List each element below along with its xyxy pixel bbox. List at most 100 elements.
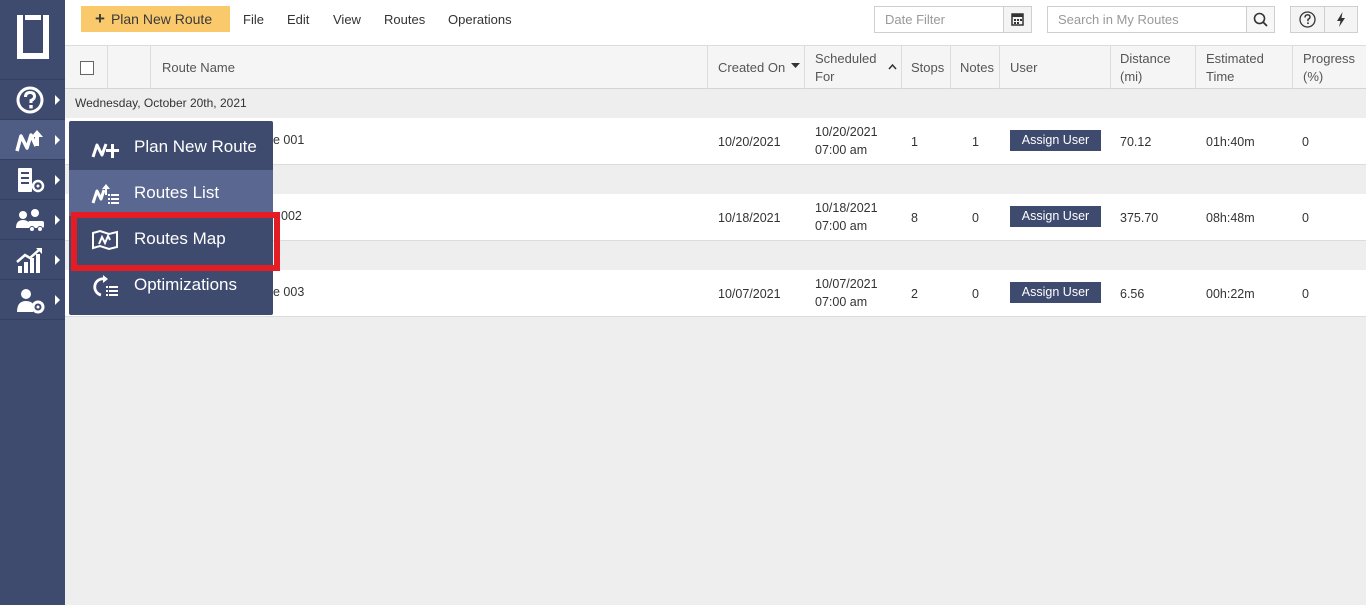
- header-progress[interactable]: Progress (%): [1293, 46, 1366, 89]
- sidebar-item-analytics[interactable]: [0, 240, 65, 280]
- header-scheduled-label-1: Scheduled: [815, 51, 877, 66]
- header-scheduled-label-2: For: [815, 69, 835, 84]
- progress-cell: 0: [1302, 211, 1309, 225]
- assign-user-button[interactable]: Assign User: [1010, 130, 1101, 151]
- distance-cell: 375.70: [1120, 211, 1159, 225]
- logo-icon: [17, 15, 49, 59]
- route-name-cell[interactable]: e 001: [273, 131, 304, 149]
- menu-operations[interactable]: Operations: [448, 12, 512, 27]
- header-route-name[interactable]: Route Name: [151, 46, 708, 89]
- progress-cell: 0: [1302, 287, 1309, 301]
- distance-cell: 70.12: [1120, 135, 1152, 149]
- notes-cell: 1: [972, 135, 979, 149]
- scheduled-time-cell: 07:00 am: [815, 143, 868, 157]
- sort-asc-icon: [888, 63, 897, 70]
- calendar-icon: [1011, 13, 1024, 26]
- plus-icon: +: [95, 9, 105, 28]
- estimated-time-cell: 01h:40m: [1206, 135, 1255, 149]
- app-logo[interactable]: [0, 0, 65, 80]
- group-date-label: Wednesday, October 20th, 2021: [75, 96, 247, 110]
- assign-user-button[interactable]: Assign User: [1010, 282, 1101, 303]
- flyout-item-plan-new-route[interactable]: Plan New Route: [69, 124, 273, 170]
- plan-route-icon: [91, 143, 119, 158]
- header-distance-label-1: Distance: [1120, 51, 1171, 66]
- plan-new-route-label: Plan New Route: [110, 11, 213, 27]
- plan-new-route-button[interactable]: + Plan New Route: [81, 6, 230, 32]
- top-toolbar: + Plan New Route File Edit View Routes Op…: [65, 0, 1366, 46]
- notes-cell: 0: [972, 211, 979, 225]
- sidebar: [0, 0, 65, 605]
- header-user-label: User: [1010, 60, 1038, 75]
- flyout-label: Optimizations: [134, 275, 237, 294]
- scheduled-time-cell: 07:00 am: [815, 295, 868, 309]
- header-notes[interactable]: Notes: [951, 46, 1000, 89]
- header-user[interactable]: User: [1000, 46, 1111, 89]
- menu-file[interactable]: File: [243, 12, 264, 27]
- bolt-icon: [1337, 12, 1345, 27]
- header-est-time-label-1: Estimated: [1206, 51, 1264, 66]
- menu-routes[interactable]: Routes: [384, 12, 425, 27]
- estimated-time-cell: 00h:22m: [1206, 287, 1255, 301]
- created-on-cell: 10/20/2021: [718, 135, 781, 149]
- created-on-cell: 10/07/2021: [718, 287, 781, 301]
- header-select-all: [65, 46, 108, 89]
- sidebar-item-orders[interactable]: [0, 160, 65, 200]
- scheduled-date-cell: 10/20/2021: [815, 125, 878, 139]
- header-estimated-time[interactable]: Estimated Time: [1196, 46, 1293, 89]
- header-distance-label-2: (mi): [1120, 69, 1143, 84]
- search-icon: [1253, 12, 1268, 27]
- caret-right-icon: [55, 295, 60, 305]
- header-route-name-label: Route Name: [162, 60, 235, 75]
- header-stops[interactable]: Stops: [902, 46, 951, 89]
- date-filter-input[interactable]: Date Filter: [874, 6, 1004, 33]
- route-name-cell[interactable]: e 003: [273, 283, 304, 301]
- caret-right-icon: [55, 95, 60, 105]
- sidebar-item-team[interactable]: [0, 200, 65, 240]
- caret-right-icon: [55, 135, 60, 145]
- sidebar-item-help[interactable]: [0, 80, 65, 120]
- header-stops-label: Stops: [911, 60, 945, 75]
- help-button[interactable]: [1290, 6, 1325, 33]
- header-scheduled-for[interactable]: Scheduled For: [805, 46, 902, 89]
- caret-right-icon: [55, 215, 60, 225]
- sidebar-item-routes[interactable]: [0, 120, 65, 160]
- assign-user-button[interactable]: Assign User: [1010, 206, 1101, 227]
- menu-view[interactable]: View: [333, 12, 361, 27]
- help-icon: [16, 86, 44, 114]
- analytics-icon: [16, 248, 42, 273]
- scheduled-time-cell: 07:00 am: [815, 219, 868, 233]
- search-input[interactable]: Search in My Routes: [1047, 6, 1247, 33]
- header-created-on-label: Created On: [718, 60, 786, 75]
- select-all-checkbox[interactable]: [80, 61, 94, 75]
- header-notes-label: Notes: [960, 60, 994, 75]
- header-est-time-label-2: Time: [1206, 69, 1235, 84]
- flyout-label: Plan New Route: [134, 137, 257, 156]
- user-settings-icon: [17, 289, 45, 314]
- calendar-button[interactable]: [1003, 6, 1032, 33]
- sidebar-item-settings[interactable]: [0, 280, 65, 320]
- route-name-cell[interactable]: 002: [281, 207, 302, 225]
- distance-cell: 6.56: [1120, 287, 1145, 301]
- highlight-box: [71, 212, 280, 271]
- header-distance[interactable]: Distance (mi): [1111, 46, 1196, 89]
- flyout-item-routes-list[interactable]: Routes List: [69, 170, 273, 216]
- menu-edit[interactable]: Edit: [287, 12, 309, 27]
- orders-icon: [18, 168, 45, 193]
- team-icon: [16, 209, 44, 232]
- group-row: Wednesday, October 20th, 2021: [65, 89, 1366, 118]
- header-progress-label-1: Progress: [1303, 51, 1356, 66]
- estimated-time-cell: 08h:48m: [1206, 211, 1255, 225]
- scheduled-date-cell: 10/07/2021: [815, 277, 878, 291]
- routes-list-icon: [91, 184, 119, 204]
- routes-icon: [15, 130, 43, 152]
- notes-cell: 0: [972, 287, 979, 301]
- caret-right-icon: [55, 255, 60, 265]
- header-created-on[interactable]: Created On: [708, 46, 805, 89]
- flyout-label: Routes List: [134, 183, 220, 202]
- quick-actions-button[interactable]: [1324, 6, 1358, 33]
- progress-cell: 0: [1302, 135, 1309, 149]
- scheduled-date-cell: 10/18/2021: [815, 201, 878, 215]
- sort-desc-icon: [791, 63, 800, 68]
- header-blank: [108, 46, 151, 89]
- search-button[interactable]: [1246, 6, 1275, 33]
